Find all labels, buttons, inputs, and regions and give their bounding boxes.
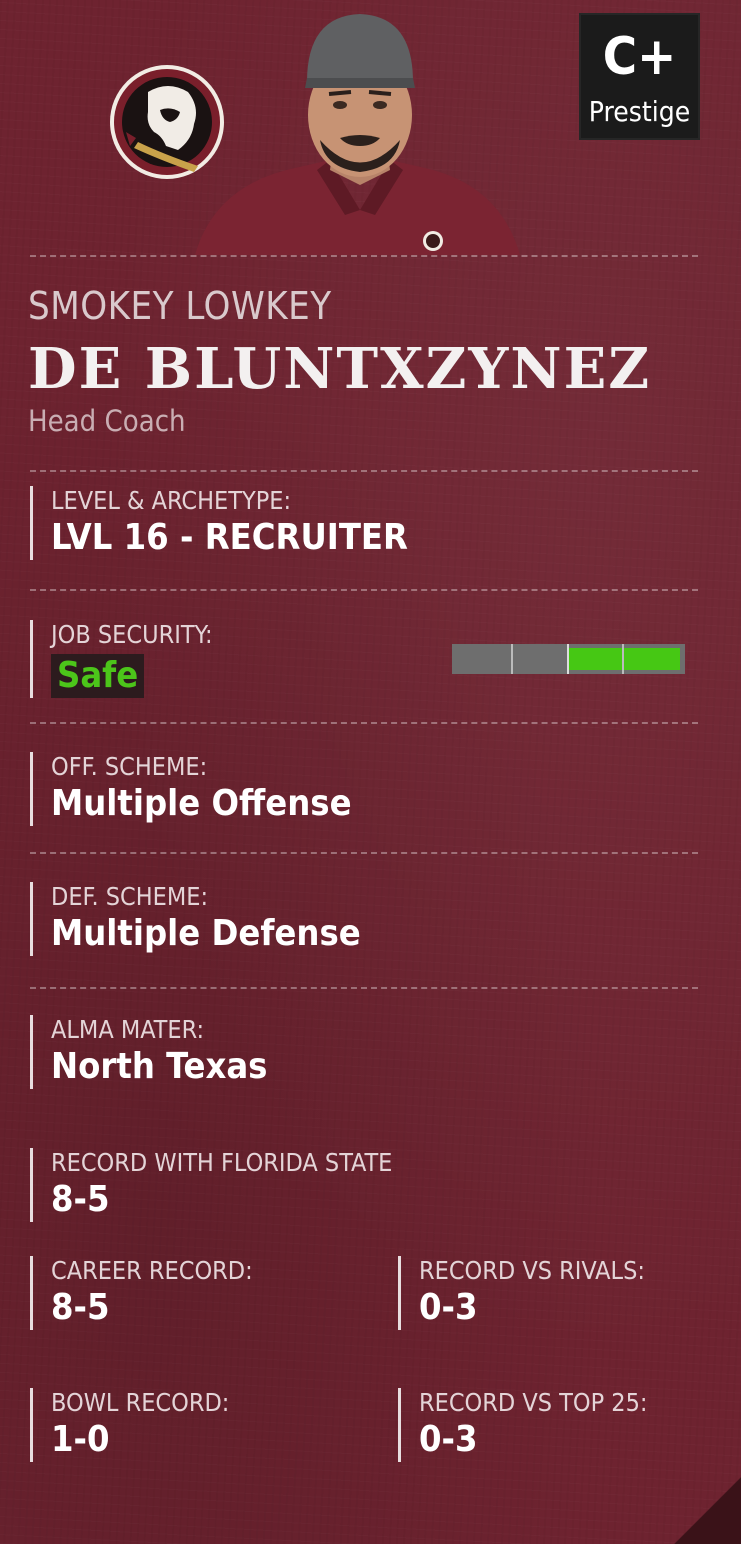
top25-record-label: RECORD VS TOP 25:	[419, 1388, 648, 1417]
prestige-label: Prestige	[588, 95, 691, 128]
meter-tick	[622, 644, 624, 674]
top25-record-value: 0-3	[419, 1419, 478, 1460]
record-team-value: 8-5	[51, 1179, 110, 1220]
rivals-record-field: RECORD VS RIVALS: 0-3	[398, 1256, 645, 1330]
coach-portrait	[195, 14, 520, 255]
divider	[30, 470, 698, 472]
divider	[30, 852, 698, 854]
def-scheme-label: DEF. SCHEME:	[51, 882, 209, 911]
meter-tick	[567, 644, 569, 674]
alma-mater-label: ALMA MATER:	[51, 1015, 205, 1044]
page-curl-decoration	[661, 1474, 741, 1544]
top25-record-field: RECORD VS TOP 25: 0-3	[398, 1388, 647, 1462]
coach-last-name: DE BLUNTXZYNEZ	[28, 336, 652, 402]
rivals-record-value: 0-3	[419, 1287, 478, 1328]
career-record-value: 8-5	[51, 1287, 110, 1328]
divider	[30, 722, 698, 724]
off-scheme-field: OFF. SCHEME: Multiple Offense	[30, 752, 352, 826]
divider	[30, 987, 698, 989]
alma-mater-value: North Texas	[51, 1046, 268, 1087]
rivals-record-label: RECORD VS RIVALS:	[419, 1256, 645, 1285]
def-scheme-value: Multiple Defense	[51, 913, 361, 954]
record-team-label: RECORD WITH FLORIDA STATE	[51, 1148, 393, 1177]
career-record-label: CAREER RECORD:	[51, 1256, 253, 1285]
bowl-record-field: BOWL RECORD: 1-0	[30, 1388, 229, 1462]
job-security-value: Safe	[51, 654, 145, 698]
level-archetype-field: LEVEL & ARCHETYPE: LVL 16 - RECRUITER	[30, 486, 408, 560]
divider	[30, 589, 698, 591]
off-scheme-label: OFF. SCHEME:	[51, 752, 208, 781]
prestige-badge: C+ Prestige	[579, 13, 700, 140]
def-scheme-field: DEF. SCHEME: Multiple Defense	[30, 882, 361, 956]
alma-mater-field: ALMA MATER: North Texas	[30, 1015, 267, 1089]
off-scheme-value: Multiple Offense	[51, 783, 352, 824]
job-security-meter-fill	[568, 648, 681, 670]
coach-first-name: SMOKEY LOWKEY	[28, 284, 332, 328]
divider	[30, 255, 698, 257]
job-security-field: JOB SECURITY: Safe	[30, 620, 213, 698]
career-record-field: CAREER RECORD: 8-5	[30, 1256, 253, 1330]
level-label: LEVEL & ARCHETYPE:	[51, 486, 292, 515]
prestige-grade: C+	[602, 27, 677, 87]
bowl-record-label: BOWL RECORD:	[51, 1388, 230, 1417]
meter-tick	[511, 644, 513, 674]
job-security-label: JOB SECURITY:	[51, 620, 213, 649]
level-value: LVL 16 - RECRUITER	[51, 517, 408, 558]
bowl-record-value: 1-0	[51, 1419, 110, 1460]
record-team-field: RECORD WITH FLORIDA STATE 8-5	[30, 1148, 392, 1222]
job-security-meter	[452, 644, 685, 674]
coach-role: Head Coach	[28, 404, 186, 438]
